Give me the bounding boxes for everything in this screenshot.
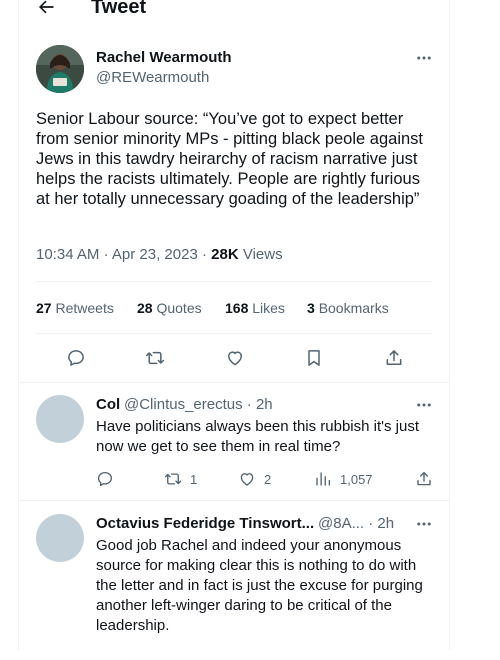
views-icon [316, 472, 331, 486]
tweet-date[interactable]: Apr 23, 2023 [112, 246, 198, 263]
more-horizontal-icon [417, 522, 431, 526]
reply-author-name[interactable]: Col [96, 395, 120, 415]
meta-separator: · [103, 246, 112, 263]
reply-retweet-button[interactable]: 1 [164, 470, 197, 488]
reply-author-handle[interactable]: @8A... [318, 515, 364, 532]
page-header: Tweet [19, 0, 449, 22]
likes-count: 168 [225, 300, 249, 316]
bookmark-button[interactable] [302, 346, 326, 370]
more-horizontal-icon [417, 56, 431, 60]
heart-icon [228, 351, 242, 366]
viewport-edge [0, 650, 500, 660]
more-horizontal-icon [417, 403, 431, 407]
reply-like-button[interactable]: 2 [238, 470, 271, 488]
retweets-stat[interactable]: 27 Retweets [36, 298, 114, 318]
reply-time[interactable]: 2h [377, 515, 394, 532]
reply-text: Have politicians always been this rubbis… [96, 418, 420, 455]
reply-more-button[interactable] [413, 514, 435, 534]
reply-time[interactable]: 2h [256, 396, 273, 413]
meta-separator: · [201, 246, 212, 263]
retweet-icon [145, 351, 165, 365]
quotes-count: 28 [137, 300, 153, 316]
share-icon [417, 471, 431, 486]
author-name[interactable]: Rachel Wearmouth [96, 48, 232, 68]
heart-icon [240, 473, 254, 486]
views-count: 28K [211, 246, 239, 263]
reply-avatar[interactable] [36, 514, 84, 562]
author-avatar[interactable] [36, 45, 84, 93]
arrow-left-icon [39, 0, 54, 14]
reply-button[interactable] [64, 346, 88, 370]
reply-icon [68, 350, 84, 366]
retweets-count: 27 [36, 300, 52, 316]
divider [19, 500, 449, 501]
divider [36, 281, 433, 282]
like-count: 2 [264, 471, 272, 487]
retweet-count: 1 [190, 471, 198, 487]
retweet-button[interactable] [143, 346, 167, 370]
likes-stat[interactable]: 168 Likes [225, 298, 285, 318]
reply-avatar[interactable] [36, 395, 84, 443]
bookmarks-count: 3 [307, 300, 315, 316]
reply-share-button[interactable] [415, 470, 441, 488]
tweet-meta: 10:34 AM · Apr 23, 2023 · 28K Views [36, 245, 283, 265]
share-icon [386, 350, 402, 365]
back-button[interactable] [33, 0, 59, 20]
meta-separator: · [246, 396, 256, 413]
bookmarks-label: Bookmarks [318, 300, 389, 316]
reply-icon [97, 471, 113, 487]
reply-reply-button[interactable] [96, 470, 122, 488]
page-title: Tweet [91, 0, 147, 18]
likes-label: Likes [252, 300, 285, 316]
reply-author-handle[interactable]: @Clintus_erectus [124, 396, 243, 413]
share-button[interactable] [382, 346, 406, 370]
like-button[interactable] [223, 346, 247, 370]
tweet-more-button[interactable] [413, 48, 435, 68]
views-label: Views [242, 246, 283, 263]
reply-author-meta: @8A... · 2h [318, 514, 394, 534]
tweet-time[interactable]: 10:34 AM [36, 246, 99, 263]
retweet-icon [164, 473, 182, 485]
reply-author-meta: @Clintus_erectus · 2h [124, 395, 273, 415]
quotes-stat[interactable]: 28 Quotes [137, 298, 202, 318]
author-handle[interactable]: @REWearmouth [96, 68, 209, 88]
divider [36, 333, 433, 334]
reply-more-button[interactable] [413, 395, 435, 415]
view-count: 1,057 [340, 471, 373, 487]
reply-views-button[interactable]: 1,057 [314, 470, 373, 488]
reply-text: Good job Rachel and indeed your anonymou… [96, 537, 423, 634]
quotes-label: Quotes [156, 300, 202, 316]
retweets-label: Retweets [55, 300, 114, 316]
tweet-column: Tweet Rachel Wearmouth @REWearmouth Seni… [18, 0, 450, 660]
reply-author-name[interactable]: Octavius Federidge Tinswort... [96, 514, 314, 534]
divider [19, 382, 449, 383]
bookmarks-stat[interactable]: 3 Bookmarks [307, 298, 389, 318]
tweet-text: Senior Labour source: “You’ve got to exp… [36, 110, 423, 208]
author-avatar-image [36, 45, 84, 93]
bookmark-icon [308, 350, 320, 366]
